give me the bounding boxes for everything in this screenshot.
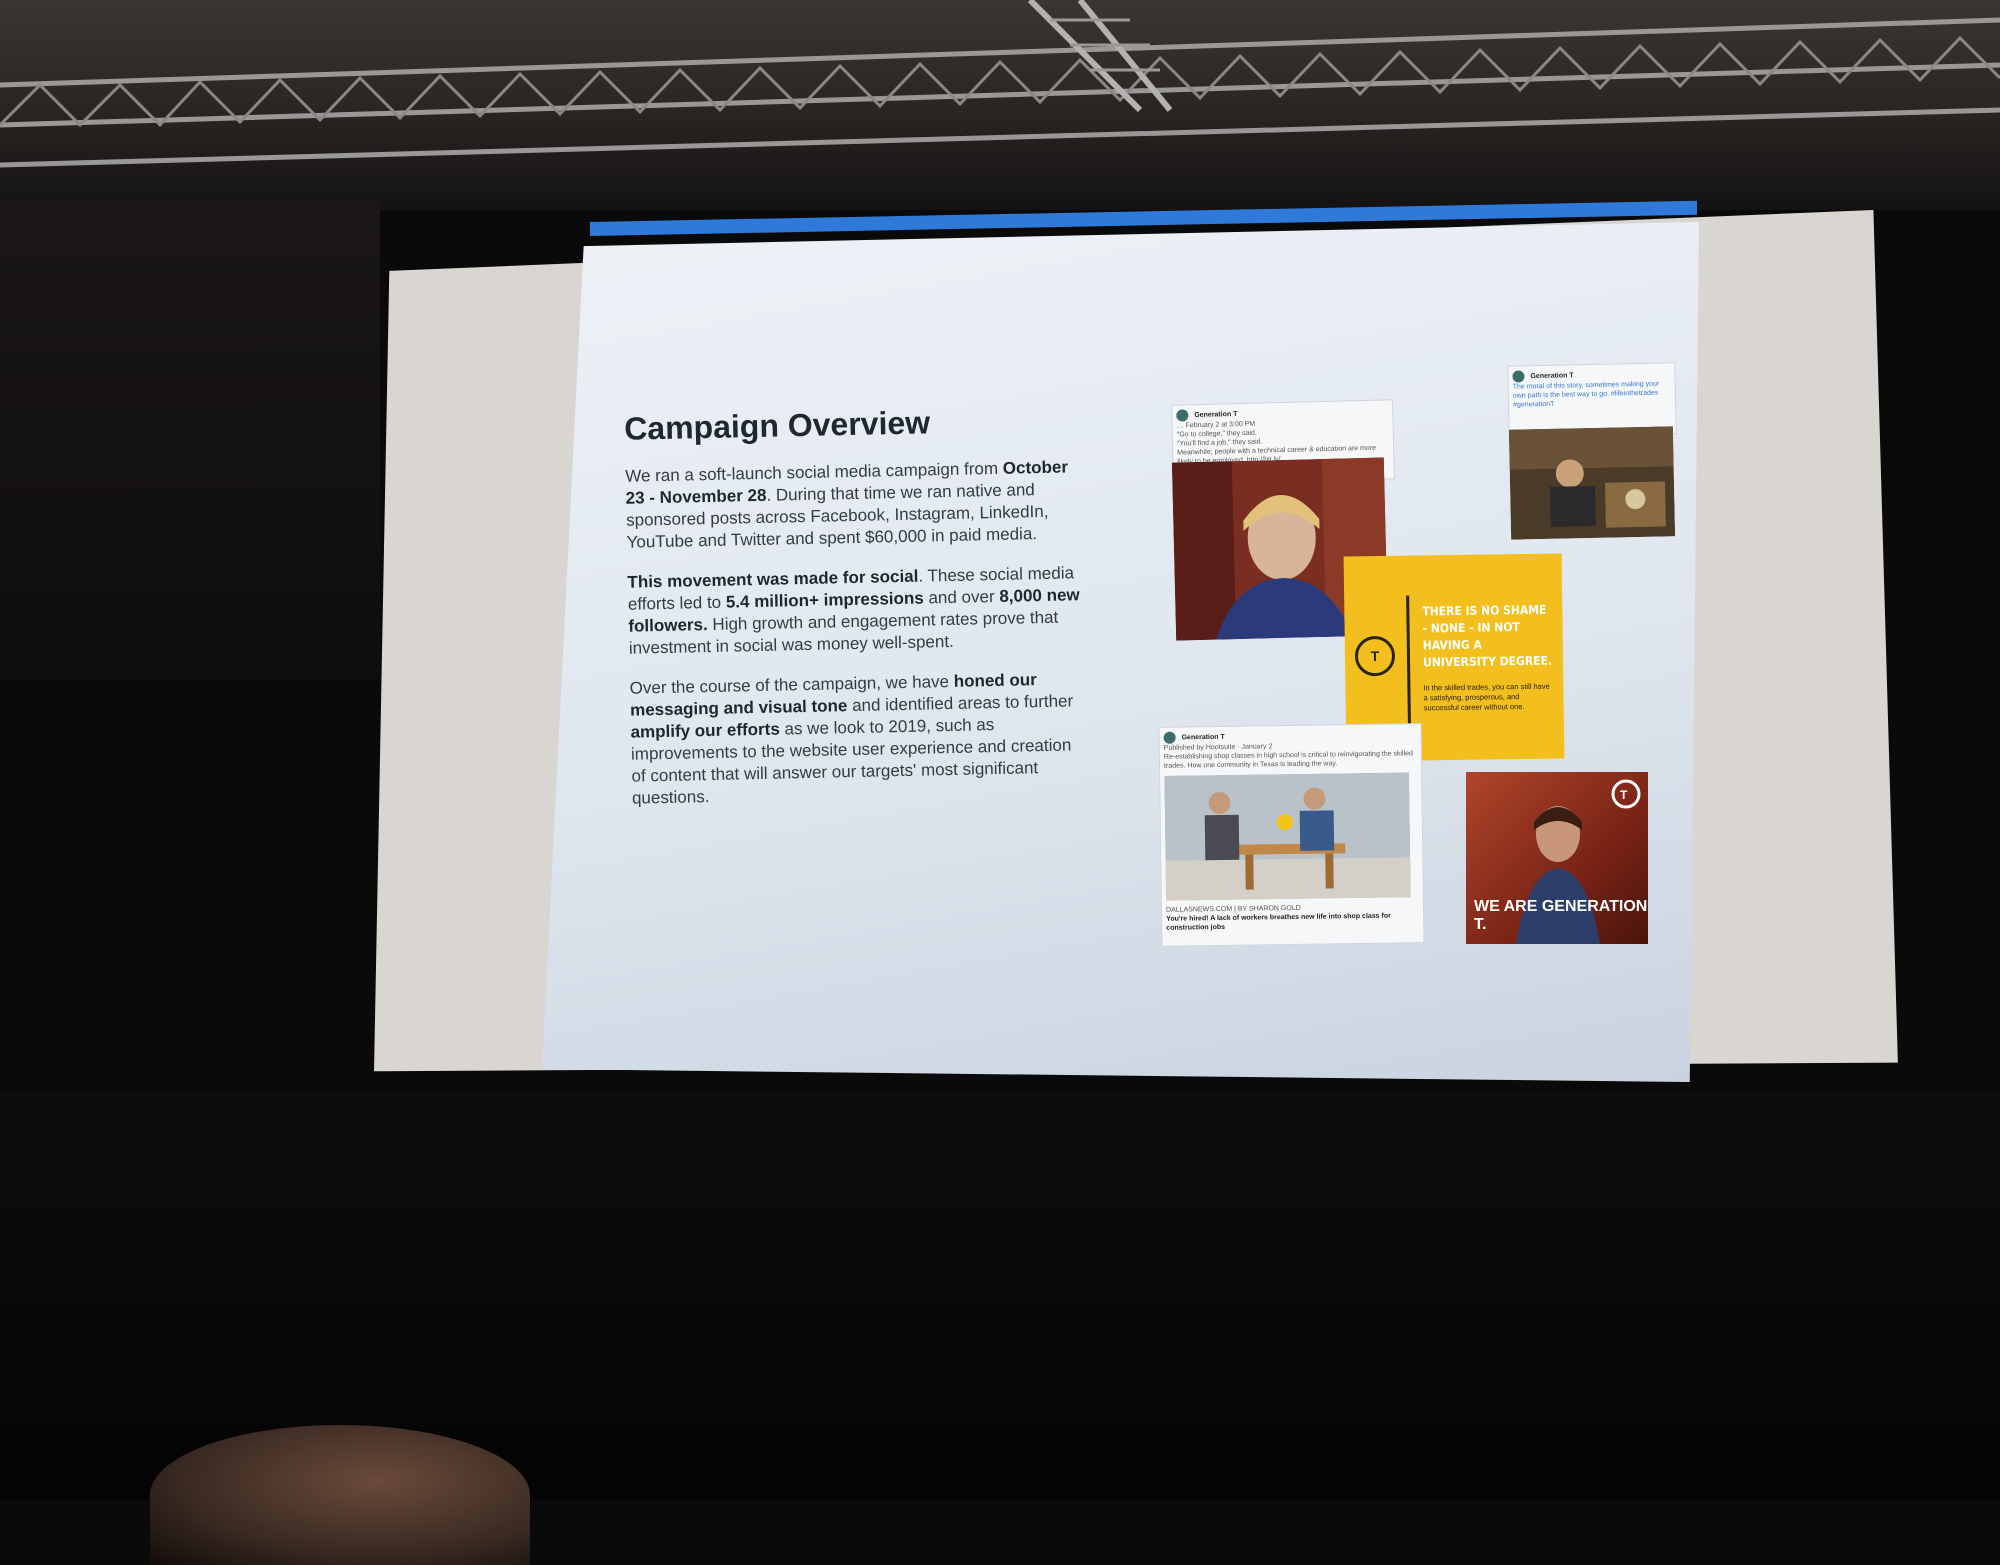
generation-t-text: WE ARE GENERATION T. [1474,898,1648,933]
social-collage: Generation T … February 2 at 3:00 PM "Go… [1158,360,1680,960]
ceiling-truss [0,0,2000,168]
photo-shop-class [1164,772,1411,901]
divider [1406,595,1412,736]
body-text: Over the course of the campaign, we have [629,671,954,698]
emphasis-text: amplify our efforts [630,719,780,742]
link-headline: You're hired! A lack of workers breathes… [1166,912,1391,932]
emphasis-text: This movement was made for social [627,566,919,592]
body-text: and identified areas to further [847,691,1074,716]
paragraph-campaign: We ran a soft-launch social media campai… [625,456,1085,554]
slide-title: Campaign Overview [623,404,931,447]
generation-t-card: T WE ARE GENERATION T. [1466,772,1648,944]
quote-subtext: In the skilled trades, you can still hav… [1423,681,1550,713]
emphasis-text: 5.4 million+ impressions [725,588,924,612]
paragraph-social: This movement was made for social. These… [627,562,1087,660]
body-text: and over [923,586,1000,608]
slide-text-block: Campaign Overview We ran a soft-launch s… [612,404,1090,828]
svg-text:T: T [1620,788,1628,802]
wall [0,200,380,680]
paragraph-next-steps: Over the course of the campaign, we have… [629,668,1090,810]
facebook-link-post-card: Generation T Published by Hootsuite · Ja… [1158,723,1425,947]
photo-workshop [1508,426,1676,540]
post-author: Generation T [1530,372,1574,381]
post-author: Generation T [1181,733,1225,742]
avatar [1163,731,1176,744]
quote-headline: THERE IS NO SHAME - NONE - IN NOT HAVING… [1422,602,1553,670]
avatar [1176,409,1189,422]
generation-t-logo: T [1354,635,1396,677]
avatar [1512,370,1525,383]
audience-head [150,1425,530,1565]
post-author: Generation T [1194,410,1238,420]
post-line: Re-establishing shop classes in high sch… [1163,750,1413,770]
post-body: The moral of this story, sometimes makin… [1512,380,1660,409]
